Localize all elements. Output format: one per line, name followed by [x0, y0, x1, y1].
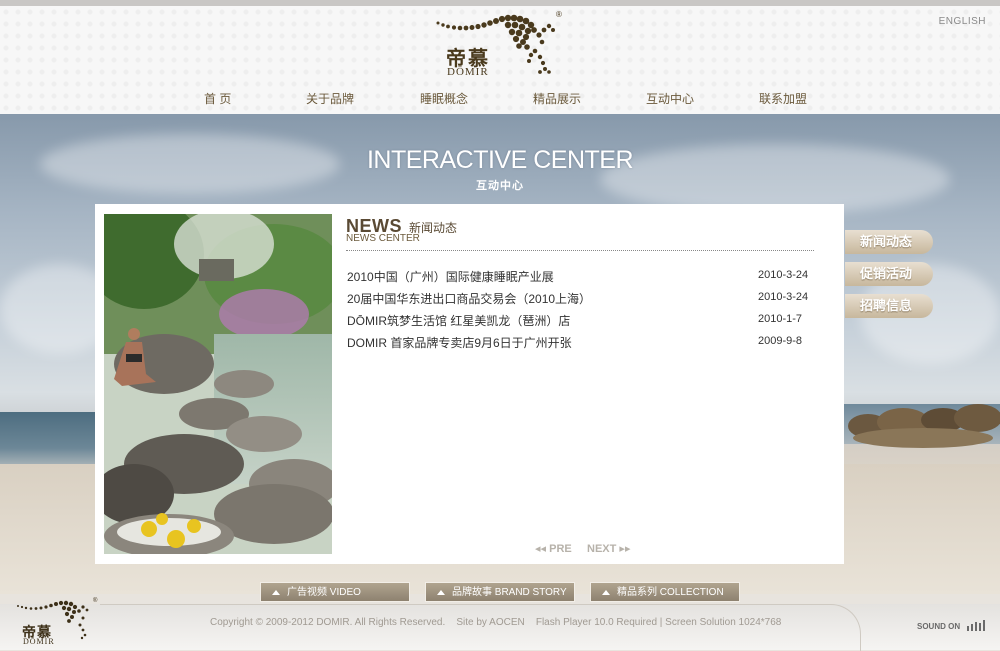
main-nav: 首 页 关于品牌 睡眠概念 精品展示 互动中心 联系加盟	[0, 90, 1000, 108]
news-item[interactable]: DOMIR 首家品牌专卖店9月6日于广州开张 2009-9-8	[347, 334, 815, 354]
news-item-title[interactable]: 20届中国华东进出口商品交易会（2010上海）	[347, 290, 591, 307]
logo-english-text: DŌMIR	[447, 66, 489, 78]
sound-toggle[interactable]: SOUND ON	[917, 622, 960, 631]
news-item-date: 2010-1-7	[758, 313, 803, 325]
english-link[interactable]: ENGLISH	[939, 16, 986, 27]
news-item[interactable]: DŌMIR筑梦生活馆 红星美凯龙（琶洲）店 2010-1-7	[347, 312, 815, 332]
pager: ◂◂ PRE NEXT ▸▸	[535, 542, 630, 555]
spa-photo-image	[104, 214, 332, 554]
registered-mark: ®	[556, 10, 562, 19]
content-panel: NEWS 新闻动态 NEWS CENTER 2010中国（广州）国际健康睡眠产业…	[95, 204, 844, 564]
tab-brand-story[interactable]: 品牌故事 BRAND STORY	[425, 582, 575, 602]
prev-button[interactable]: PRE	[549, 543, 572, 555]
side-button-news[interactable]: 新闻动态	[845, 230, 933, 254]
next-arrow-icon[interactable]: ▸▸	[619, 543, 630, 555]
tab-collection[interactable]: 精品系列 COLLECTION	[590, 582, 740, 602]
bottom-tabs: 广告视频 VIDEO 品牌故事 BRAND STORY 精品系列 COLLECT…	[0, 582, 1000, 604]
news-item-date: 2009-9-8	[758, 335, 803, 347]
news-item-date: 2010-3-24	[758, 269, 809, 281]
divider	[346, 250, 814, 251]
sound-bars-icon[interactable]	[967, 620, 985, 631]
arrow-up-icon	[437, 590, 445, 595]
news-item-title[interactable]: DŌMIR筑梦生活馆 红星美凯龙（琶洲）店	[347, 312, 570, 329]
footer-logo-english-text: DŌMIR	[23, 637, 55, 646]
footer-registered-mark: ®	[93, 598, 98, 604]
news-item[interactable]: 2010中国（广州）国际健康睡眠产业展 2010-3-24	[347, 268, 815, 288]
copyright-text: Copyright © 2009-2012 DOMIR. All Rights …	[210, 617, 782, 628]
nav-item-interactive-center[interactable]: 互动中心	[646, 90, 694, 107]
page-title: INTERACTIVE CENTER	[366, 146, 634, 174]
news-item-title[interactable]: DOMIR 首家品牌专卖店9月6日于广州开张	[347, 334, 572, 351]
arrow-up-icon	[602, 590, 610, 595]
side-button-jobs[interactable]: 招聘信息	[845, 294, 933, 318]
news-item-title[interactable]: 2010中国（广州）国际健康睡眠产业展	[347, 268, 554, 285]
nav-item-about-brand[interactable]: 关于品牌	[306, 90, 354, 107]
nav-item-join-us[interactable]: 联系加盟	[759, 90, 807, 107]
prev-arrow-icon[interactable]: ◂◂	[535, 543, 546, 555]
arrow-up-icon	[272, 590, 280, 595]
nav-item-home[interactable]: 首 页	[204, 90, 231, 107]
nav-item-sleep-concept[interactable]: 睡眠概念	[420, 90, 468, 107]
tab-video[interactable]: 广告视频 VIDEO	[260, 582, 410, 602]
news-subtitle: NEWS CENTER	[346, 233, 420, 244]
page-subtitle: 互动中心	[476, 180, 524, 192]
nav-item-products[interactable]: 精品展示	[533, 90, 581, 107]
news-item[interactable]: 20届中国华东进出口商品交易会（2010上海） 2010-3-24	[347, 290, 815, 310]
next-button[interactable]: NEXT	[587, 543, 616, 555]
side-button-promotions[interactable]: 促销活动	[845, 262, 933, 286]
news-item-date: 2010-3-24	[758, 291, 809, 303]
